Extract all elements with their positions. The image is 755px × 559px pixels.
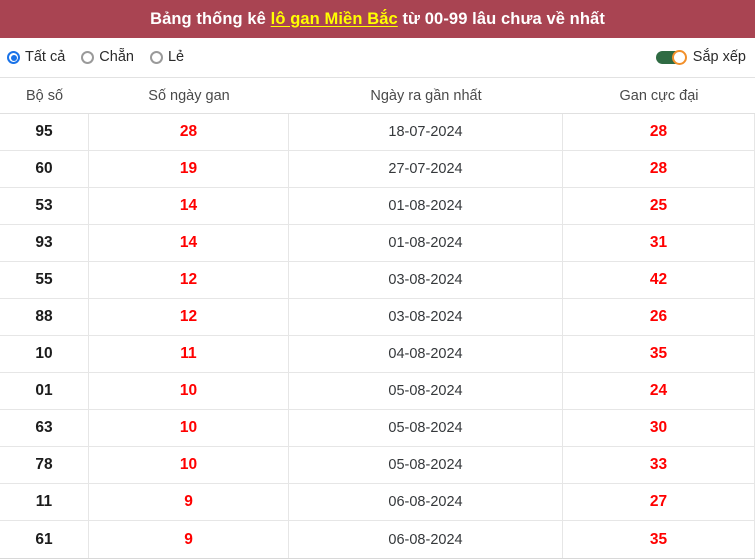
table-row[interactable]: 95 28 18-07-2024 28 xyxy=(0,114,755,151)
column-header-gan-cuc-dai[interactable]: Gan cực đại xyxy=(563,78,755,113)
toggle-knob[interactable] xyxy=(671,50,687,65)
table-row[interactable]: 53 14 01-08-2024 25 xyxy=(0,188,755,225)
cell-bo-so: 78 xyxy=(0,447,89,483)
page-title: Bảng thống kê lô gan Miền Bắc từ 00-99 l… xyxy=(150,11,605,28)
sort-toggle-label: Sắp xếp xyxy=(692,49,746,66)
table-row[interactable]: 78 10 05-08-2024 33 xyxy=(0,447,755,484)
cell-bo-so: 61 xyxy=(0,521,89,558)
cell-so-ngay-gan: 10 xyxy=(89,447,289,483)
radio-label-chan: Chẵn xyxy=(99,49,134,66)
radio-option-le[interactable]: Lẻ xyxy=(149,49,185,66)
cell-ngay-ra-gan-nhat: 05-08-2024 xyxy=(289,447,563,483)
cell-gan-cuc-dai: 42 xyxy=(563,262,755,298)
cell-bo-so: 10 xyxy=(0,336,89,372)
cell-gan-cuc-dai: 30 xyxy=(563,410,755,446)
table-row[interactable]: 11 9 06-08-2024 27 xyxy=(0,484,755,521)
cell-so-ngay-gan: 14 xyxy=(89,225,289,261)
table-row[interactable]: 55 12 03-08-2024 42 xyxy=(0,262,755,299)
cell-ngay-ra-gan-nhat: 01-08-2024 xyxy=(289,188,563,224)
page-title-prefix: Bảng thống kê xyxy=(150,9,271,28)
cell-so-ngay-gan: 14 xyxy=(89,188,289,224)
radio-icon-le[interactable] xyxy=(149,51,163,64)
cell-bo-so: 53 xyxy=(0,188,89,224)
table-row[interactable]: 60 19 27-07-2024 28 xyxy=(0,151,755,188)
lo-gan-table: Bộ số Số ngày gan Ngày ra gần nhất Gan c… xyxy=(0,77,755,559)
cell-bo-so: 63 xyxy=(0,410,89,446)
cell-ngay-ra-gan-nhat: 06-08-2024 xyxy=(289,484,563,520)
cell-gan-cuc-dai: 26 xyxy=(563,299,755,335)
table-row[interactable]: 01 10 05-08-2024 24 xyxy=(0,373,755,410)
sort-toggle-switch[interactable] xyxy=(655,50,687,65)
radio-label-le: Lẻ xyxy=(167,49,185,66)
cell-ngay-ra-gan-nhat: 03-08-2024 xyxy=(289,262,563,298)
table-row[interactable]: 10 11 04-08-2024 35 xyxy=(0,336,755,373)
table-row[interactable]: 93 14 01-08-2024 31 xyxy=(0,225,755,262)
cell-gan-cuc-dai: 24 xyxy=(563,373,755,409)
cell-so-ngay-gan: 9 xyxy=(89,484,289,520)
table-header-row: Bộ số Số ngày gan Ngày ra gần nhất Gan c… xyxy=(0,78,755,114)
radio-label-tat-ca: Tất cả xyxy=(25,49,66,66)
cell-so-ngay-gan: 28 xyxy=(89,114,289,150)
radio-icon-chan[interactable] xyxy=(81,51,95,64)
cell-gan-cuc-dai: 35 xyxy=(563,521,755,558)
cell-so-ngay-gan: 10 xyxy=(89,373,289,409)
cell-so-ngay-gan: 12 xyxy=(89,299,289,335)
cell-ngay-ra-gan-nhat: 05-08-2024 xyxy=(289,410,563,446)
filter-controls-bar: Tất cả Chẵn Lẻ Sắp xếp xyxy=(0,38,755,77)
cell-gan-cuc-dai: 35 xyxy=(563,336,755,372)
page-title-bar: Bảng thống kê lô gan Miền Bắc từ 00-99 l… xyxy=(0,0,755,38)
cell-ngay-ra-gan-nhat: 27-07-2024 xyxy=(289,151,563,187)
cell-bo-so: 88 xyxy=(0,299,89,335)
radio-icon-tat-ca[interactable] xyxy=(7,51,20,64)
cell-ngay-ra-gan-nhat: 06-08-2024 xyxy=(289,521,563,558)
cell-ngay-ra-gan-nhat: 04-08-2024 xyxy=(289,336,563,372)
cell-ngay-ra-gan-nhat: 03-08-2024 xyxy=(289,299,563,335)
cell-so-ngay-gan: 12 xyxy=(89,262,289,298)
table-row[interactable]: 88 12 03-08-2024 26 xyxy=(0,299,755,336)
cell-gan-cuc-dai: 33 xyxy=(563,447,755,483)
cell-bo-so: 01 xyxy=(0,373,89,409)
column-header-bo-so[interactable]: Bộ số xyxy=(0,78,89,113)
cell-gan-cuc-dai: 28 xyxy=(563,114,755,150)
cell-so-ngay-gan: 10 xyxy=(89,410,289,446)
cell-ngay-ra-gan-nhat: 05-08-2024 xyxy=(289,373,563,409)
cell-gan-cuc-dai: 27 xyxy=(563,484,755,520)
page-title-suffix: từ 00-99 lâu chưa về nhất xyxy=(397,9,605,28)
table-row[interactable]: 63 10 05-08-2024 30 xyxy=(0,410,755,447)
cell-bo-so: 60 xyxy=(0,151,89,187)
cell-gan-cuc-dai: 25 xyxy=(563,188,755,224)
column-header-so-ngay-gan[interactable]: Số ngày gan xyxy=(89,78,289,113)
radio-option-chan[interactable]: Chẵn xyxy=(81,50,134,65)
cell-bo-so: 11 xyxy=(0,484,89,520)
cell-so-ngay-gan: 19 xyxy=(89,151,289,187)
cell-ngay-ra-gan-nhat: 18-07-2024 xyxy=(289,114,563,150)
filter-radio-group: Tất cả Chẵn Lẻ xyxy=(7,50,184,65)
cell-bo-so: 55 xyxy=(0,262,89,298)
cell-gan-cuc-dai: 28 xyxy=(563,151,755,187)
cell-so-ngay-gan: 11 xyxy=(89,336,289,372)
radio-option-tat-ca[interactable]: Tất cả xyxy=(7,50,65,65)
sort-control[interactable]: Sắp xếp xyxy=(655,49,746,66)
cell-bo-so: 95 xyxy=(0,114,89,150)
cell-gan-cuc-dai: 31 xyxy=(563,225,755,261)
table-row[interactable]: 61 9 06-08-2024 35 xyxy=(0,521,755,558)
column-header-ngay-ra-gan-nhat[interactable]: Ngày ra gần nhất xyxy=(289,78,563,113)
page-title-keyword[interactable]: lô gan Miền Bắc xyxy=(271,10,398,28)
cell-bo-so: 93 xyxy=(0,225,89,261)
cell-ngay-ra-gan-nhat: 01-08-2024 xyxy=(289,225,563,261)
cell-so-ngay-gan: 9 xyxy=(89,521,289,558)
